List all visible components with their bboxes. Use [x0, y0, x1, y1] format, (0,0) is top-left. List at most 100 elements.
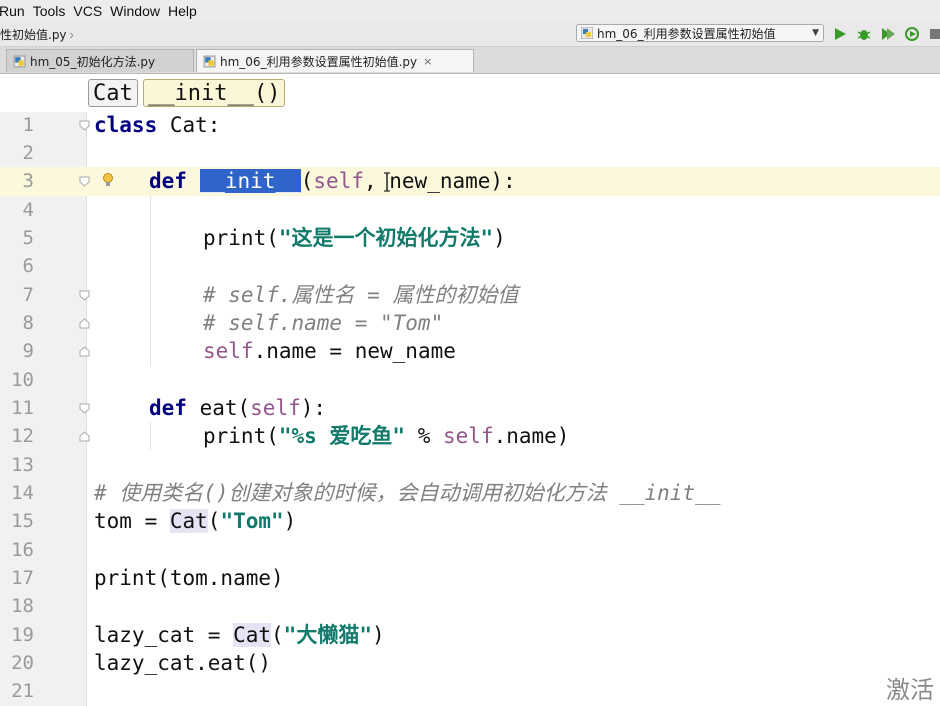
python-file-icon: [13, 55, 26, 67]
menu-vcs[interactable]: VCS: [73, 3, 110, 19]
python-file-icon: [581, 27, 593, 39]
code-line-15: tom = Cat("Tom"): [94, 507, 296, 535]
breadcrumb-class[interactable]: Cat: [88, 79, 138, 107]
fold-open-icon[interactable]: [79, 403, 90, 414]
lightbulb-icon[interactable]: [101, 172, 115, 190]
fold-close-icon[interactable]: [79, 431, 90, 442]
code-line-9: self.name = new_name: [203, 337, 456, 365]
close-tab-icon[interactable]: ×: [423, 55, 432, 68]
string-literal: "Tom": [220, 509, 284, 533]
keyword: def: [149, 169, 187, 193]
run-configuration-select[interactable]: hm_06_利用参数设置属性初始值 ▼: [576, 24, 824, 42]
code-line-17: print(tom.name): [94, 566, 284, 590]
self-keyword: self: [443, 424, 494, 448]
line-number: 8: [22, 312, 34, 334]
fold-open-icon[interactable]: [79, 176, 90, 187]
self-keyword: self: [203, 339, 254, 363]
line-number: 14: [11, 482, 34, 504]
line-number: 1: [22, 114, 34, 136]
line-number: 11: [11, 397, 34, 419]
menu-help[interactable]: Help: [168, 3, 205, 19]
line-number: 18: [11, 595, 34, 617]
code-line-3: def __init__(self, new_name):: [149, 167, 516, 195]
run-configuration-label: hm_06_利用参数设置属性初始值: [597, 26, 776, 41]
code-line-14: # 使用类名()创建对象的时候，会自动调用初始化方法 __init__: [94, 481, 721, 505]
fold-open-icon[interactable]: [79, 290, 90, 301]
code-text: print(: [203, 226, 279, 250]
menu-tools[interactable]: Tools: [33, 3, 74, 19]
line-number: 15: [11, 510, 34, 532]
class-reference: Cat: [233, 623, 272, 647]
line-number: 2: [22, 142, 34, 164]
tab-hm-06[interactable]: hm_06_利用参数设置属性初始值.py ×: [196, 49, 474, 72]
code-text: ):: [300, 396, 327, 420]
fold-close-icon[interactable]: [79, 346, 90, 357]
line-number: 9: [22, 340, 34, 362]
selected-function-name: __init__: [199, 169, 301, 193]
navigation-bar: 性初始值.py › hm_06_利用参数设置属性初始值 ▼: [0, 22, 940, 47]
menu-window[interactable]: Window: [110, 3, 168, 19]
coverage-icon[interactable]: [880, 26, 896, 42]
chevron-right-icon: ›: [69, 26, 74, 42]
indent-guide: [150, 422, 151, 450]
text-cursor-icon: [384, 172, 390, 192]
line-number: 21: [11, 680, 34, 702]
profile-icon[interactable]: [904, 26, 920, 42]
keyword: class: [94, 113, 158, 137]
code-text: print(: [203, 424, 279, 448]
code-text: .name): [493, 424, 570, 448]
code-text: ): [493, 226, 506, 250]
indent-guide: [150, 196, 151, 366]
menu-bar: Run Tools VCS Window Help: [0, 0, 940, 22]
self-keyword: self: [250, 396, 301, 420]
code-text: .name = new_name: [253, 339, 456, 363]
tab-label: hm_05_初始化方法.py: [30, 54, 156, 69]
code-line-11: def eat(self):: [149, 394, 326, 422]
code-line-19: lazy_cat = Cat("大懒猫"): [94, 621, 385, 649]
run-icon[interactable]: [832, 26, 848, 42]
code-line-5: print("这是一个初始化方法"): [203, 224, 506, 252]
breadcrumb-file[interactable]: 性初始值.py: [0, 26, 67, 43]
fold-close-icon[interactable]: [79, 318, 90, 329]
line-number: 16: [11, 539, 34, 561]
line-number: 19: [11, 624, 34, 646]
line-number: 4: [22, 199, 34, 221]
activation-watermark: 激活: [886, 676, 934, 704]
code-text: lazy_cat =: [94, 623, 234, 647]
line-number: 17: [11, 567, 34, 589]
fold-open-icon[interactable]: [79, 120, 90, 131]
code-text: ): [371, 623, 385, 647]
string-literal: "%s 爱吃鱼": [278, 424, 406, 448]
line-number: 10: [11, 369, 34, 391]
line-number: 12: [11, 425, 34, 447]
breadcrumb-method[interactable]: __init__(): [143, 79, 286, 107]
line-number: 3: [22, 170, 34, 192]
stop-icon[interactable]: [928, 26, 940, 42]
line-number: 13: [11, 454, 34, 476]
python-file-icon: [203, 55, 216, 67]
line-number: 7: [22, 284, 34, 306]
dropdown-arrow-icon: ▼: [812, 28, 819, 38]
line-number: 5: [22, 227, 34, 249]
code-text: ): [283, 509, 297, 533]
editor-tab-bar: hm_05_初始化方法.py hm_06_利用参数设置属性初始值.py ×: [0, 47, 940, 74]
code-line-7: # self.属性名 = 属性的初始值: [203, 283, 519, 307]
menu-run[interactable]: Run: [0, 3, 33, 19]
code-line-12: print("%s 爱吃鱼" % self.name): [203, 422, 569, 450]
code-line-20: lazy_cat.eat(): [94, 651, 272, 675]
self-keyword: self: [313, 169, 364, 193]
code-text: (: [271, 623, 284, 647]
class-reference: Cat: [169, 509, 208, 533]
tab-label: hm_06_利用参数设置属性初始值.py: [220, 54, 418, 69]
structure-breadcrumb: Cat __init__(): [0, 74, 940, 113]
code-text: eat(: [186, 396, 251, 420]
debug-icon[interactable]: [856, 26, 872, 42]
code-text: (: [207, 509, 221, 533]
line-number: 20: [11, 652, 34, 674]
string-literal: "这是一个初始化方法": [278, 226, 494, 250]
tab-hm-05[interactable]: hm_05_初始化方法.py: [6, 49, 194, 72]
code-text: (: [300, 169, 314, 193]
string-literal: "大懒猫": [283, 623, 372, 647]
code-line-1: class Cat:: [94, 111, 220, 139]
code-line-8: # self.name = "Tom": [203, 311, 444, 335]
